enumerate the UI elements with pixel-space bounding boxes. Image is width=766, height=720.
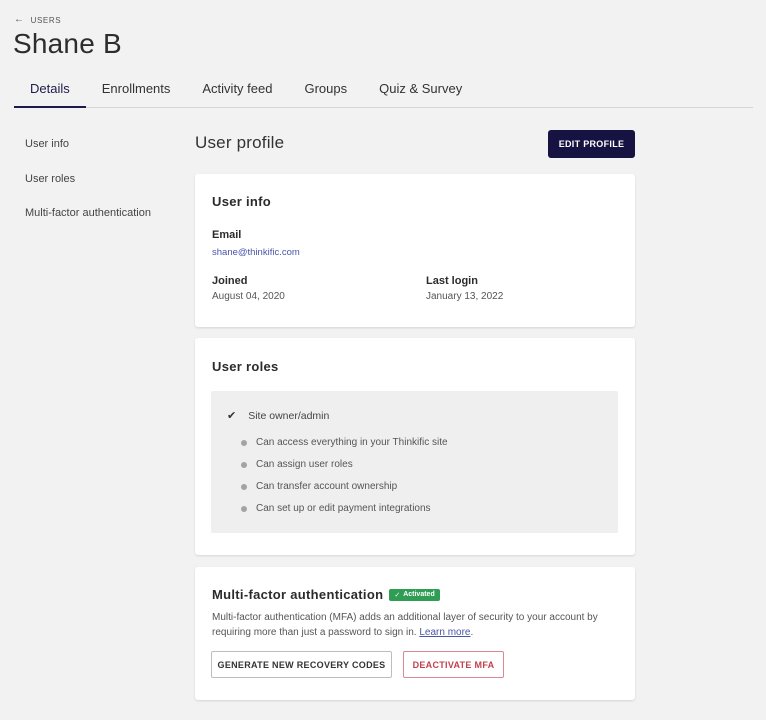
joined-label: Joined — [212, 275, 248, 287]
permission-item: Can assign user roles — [241, 459, 353, 470]
generate-recovery-codes-button[interactable]: GENERATE NEW RECOVERY CODES — [211, 651, 392, 678]
user-roles-card: User roles ✔ Site owner/admin Can access… — [195, 338, 635, 555]
tab-enrollments[interactable]: Enrollments — [86, 72, 187, 108]
learn-more-link[interactable]: Learn more — [419, 627, 470, 638]
tab-quiz-survey[interactable]: Quiz & Survey — [363, 72, 478, 108]
edit-profile-button[interactable]: EDIT PROFILE — [548, 130, 635, 158]
permission-text: Can transfer account ownership — [256, 481, 398, 492]
tab-activity-feed[interactable]: Activity feed — [186, 72, 288, 108]
role-name: Site owner/admin — [248, 409, 330, 422]
tab-groups[interactable]: Groups — [288, 72, 363, 108]
user-info-heading: User info — [212, 194, 272, 209]
bullet-icon — [241, 505, 247, 512]
role-row: ✔ Site owner/admin — [227, 409, 330, 423]
deactivate-mfa-button[interactable]: DEACTIVATE MFA — [403, 651, 504, 678]
mfa-card: Multi-factor authentication ✓ Activated … — [195, 567, 635, 700]
sidenav-item-mfa[interactable]: Multi-factor authentication — [25, 207, 151, 242]
user-info-card: User info Email shane@thinkific.com Join… — [195, 174, 635, 327]
check-icon: ✓ — [394, 591, 401, 599]
joined-value: August 04, 2020 — [212, 291, 285, 302]
permission-item: Can set up or edit payment integrations — [241, 503, 431, 514]
permission-item: Can transfer account ownership — [241, 481, 397, 492]
mfa-description-text: Multi-factor authentication (MFA) adds a… — [212, 612, 598, 638]
sidenav-item-user-roles[interactable]: User roles — [25, 173, 151, 208]
back-label: USERS — [30, 15, 62, 25]
mfa-heading: Multi-factor authentication — [212, 587, 384, 602]
last-login-value: January 13, 2022 — [426, 291, 504, 302]
email-label: Email — [212, 229, 242, 241]
bullet-icon — [241, 439, 247, 446]
user-roles-heading: User roles — [212, 359, 279, 374]
mfa-description: Multi-factor authentication (MFA) adds a… — [212, 612, 598, 638]
email-value[interactable]: shane@thinkific.com — [212, 247, 300, 258]
status-badge: ✓ Activated — [389, 588, 440, 601]
section-heading: User profile — [195, 133, 285, 152]
permission-text: Can assign user roles — [256, 459, 353, 470]
status-badge-label: Activated — [403, 591, 435, 598]
page-title: Shane B — [13, 28, 122, 59]
permission-item: Can access everything in your Thinkific … — [241, 437, 448, 448]
permission-text: Can access everything in your Thinkific … — [256, 437, 448, 448]
last-login-label: Last login — [426, 275, 478, 287]
checkmark-icon: ✔ — [227, 410, 237, 422]
tab-bar: Details Enrollments Activity feed Groups… — [14, 72, 753, 108]
sidenav-item-user-info[interactable]: User info — [25, 138, 151, 173]
mfa-title-row: Multi-factor authentication ✓ Activated — [212, 587, 440, 602]
bullet-icon — [241, 483, 247, 490]
bullet-icon — [241, 461, 247, 468]
tab-details[interactable]: Details — [14, 72, 86, 108]
role-box: ✔ Site owner/admin Can access everything… — [211, 391, 618, 533]
back-to-users-link[interactable]: ← USERS — [14, 15, 61, 25]
arrow-left-icon: ← — [14, 14, 25, 25]
section-nav: User info User roles Multi-factor authen… — [25, 138, 151, 242]
permission-text: Can set up or edit payment integrations — [256, 503, 431, 514]
